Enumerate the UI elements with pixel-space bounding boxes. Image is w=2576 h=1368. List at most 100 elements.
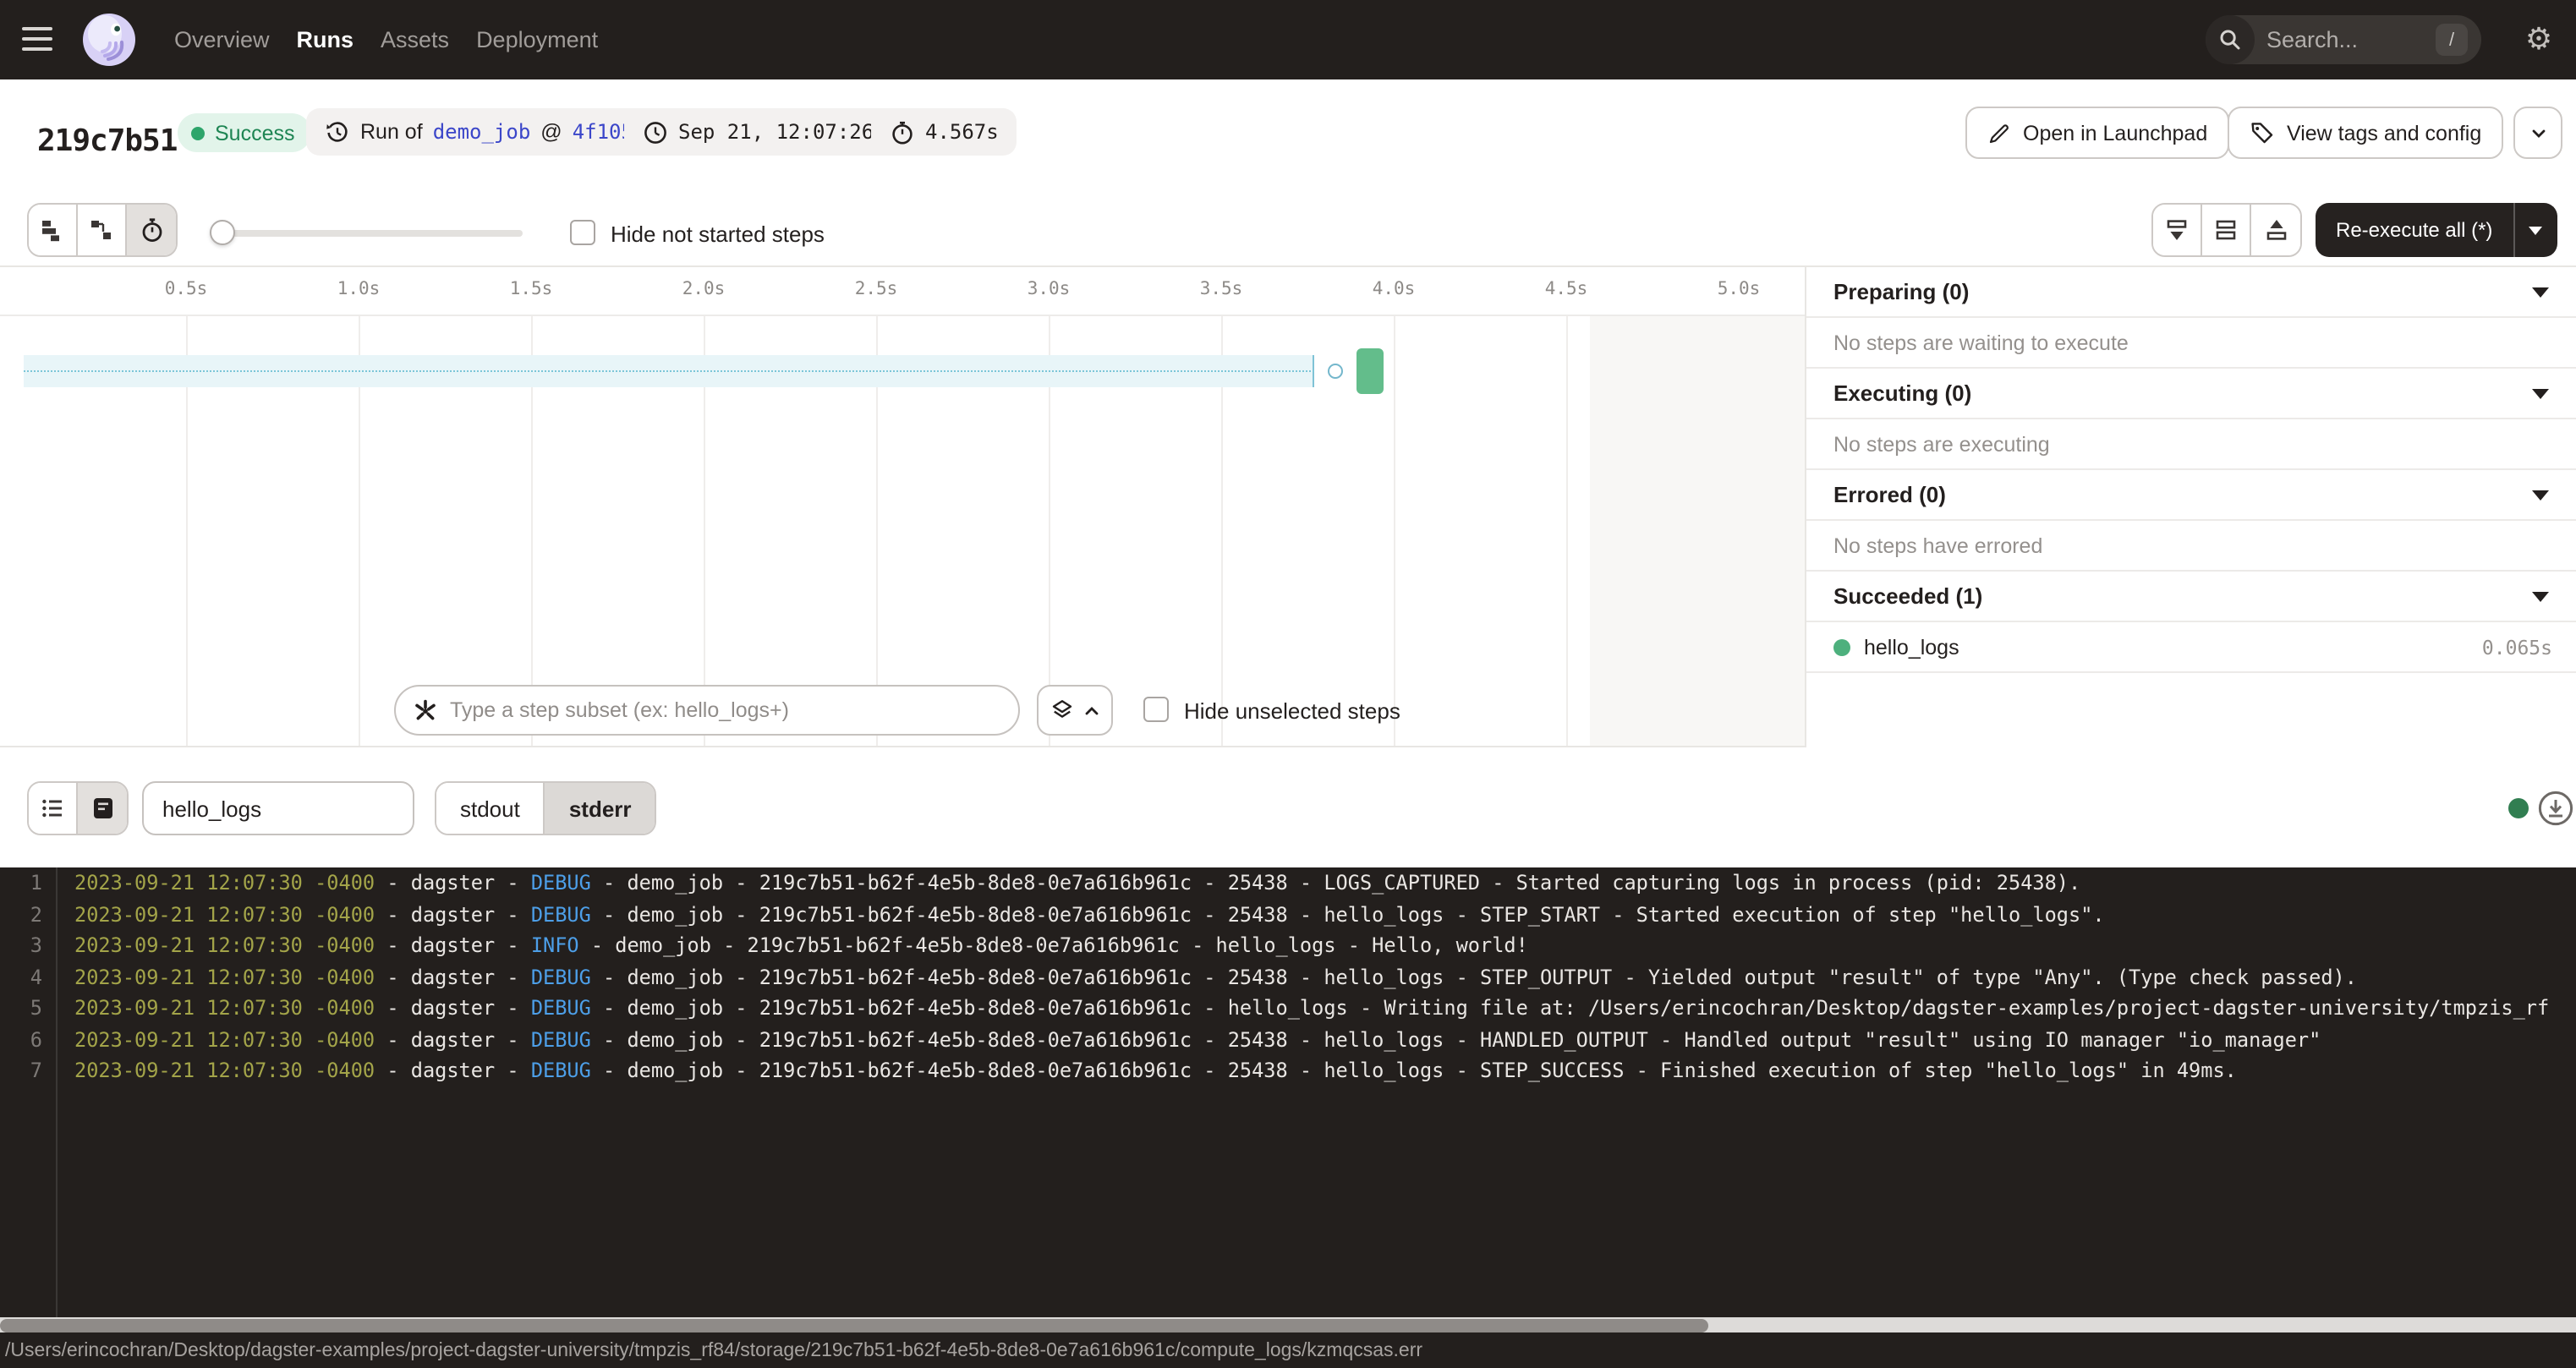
chevron-down-icon: [2528, 123, 2548, 143]
history-icon: [325, 119, 350, 145]
nav-item-runs[interactable]: Runs: [297, 27, 354, 52]
nav-item-deployment[interactable]: Deployment: [476, 27, 598, 52]
search-shortcut-key: /: [2436, 24, 2468, 56]
log-line: 32023-09-21 12:07:30 -0400 - dagster - I…: [0, 930, 2576, 961]
download-log-icon[interactable]: [2537, 790, 2574, 827]
stopwatch-icon: [890, 119, 915, 145]
hide-not-started-checkbox[interactable]: [570, 220, 595, 245]
log-file-path-bar: /Users/erincochran/Desktop/dagster-examp…: [0, 1332, 2576, 1368]
gantt-zoom-slider-handle[interactable]: [210, 220, 235, 245]
log-line: 22023-09-21 12:07:30 -0400 - dagster - D…: [0, 899, 2576, 930]
search-bar[interactable]: /: [2206, 15, 2481, 64]
log-line: 62023-09-21 12:07:30 -0400 - dagster - D…: [0, 1024, 2576, 1055]
top-nav: Overview Runs Assets Deployment / ⚙: [0, 0, 2576, 79]
dagster-run-page: Overview Runs Assets Deployment / ⚙ 219c7b5…: [0, 0, 2576, 1368]
gantt-step-bar[interactable]: [1356, 348, 1384, 394]
clock-icon: [643, 119, 668, 145]
expand-bottom-panel-button[interactable]: [2251, 205, 2300, 255]
axis-tick-label: 5.0s: [1702, 279, 1776, 299]
run-id: 219c7b51: [37, 123, 177, 159]
gantt-overscan-region: [1589, 316, 1805, 746]
pencil-icon: [1987, 121, 2011, 145]
panel-empty-message: No steps have errored: [1806, 521, 2576, 572]
layers-icon: [1050, 698, 1073, 722]
hide-not-started-label: Hide not started steps: [611, 222, 825, 247]
panel-section-header[interactable]: Executing (0): [1806, 369, 2576, 419]
timed-view-button[interactable]: [127, 205, 176, 255]
gantt-zoom-slider-track[interactable]: [215, 230, 523, 237]
log-toolbar: stdoutstderr: [0, 747, 2576, 867]
log-line: 42023-09-21 12:07:30 -0400 - dagster - D…: [0, 961, 2576, 993]
hamburger-menu-icon[interactable]: [22, 27, 52, 51]
status-dot-icon: [191, 126, 205, 140]
op-selector-icon: [413, 698, 438, 723]
search-icon: [2206, 15, 2255, 64]
step-status-dot: [1833, 638, 1850, 655]
graph-query-options-button[interactable]: [1037, 685, 1113, 736]
settings-gear-icon[interactable]: ⚙: [2520, 20, 2557, 57]
section-caret-icon: [2532, 388, 2549, 398]
collapse-bottom-panel-button[interactable]: [2153, 205, 2202, 255]
split-even-panels-button[interactable]: [2202, 205, 2251, 255]
axis-tick-label: 1.0s: [321, 279, 396, 299]
run-header: 219c7b51 Success Run of demo_job @ 4f105…: [0, 79, 2576, 200]
structured-log-view-button[interactable]: [29, 783, 78, 834]
reexecute-all-button[interactable]: Re-execute all (*): [2316, 203, 2557, 257]
nav-item-overview[interactable]: Overview: [174, 27, 270, 52]
raw-log-viewer[interactable]: 12023-09-21 12:07:30 -0400 - dagster - D…: [0, 867, 2576, 1317]
gantt-view-mode-toggle: [27, 203, 178, 257]
waterfall-view-button[interactable]: [78, 205, 127, 255]
log-line: 72023-09-21 12:07:30 -0400 - dagster - D…: [0, 1055, 2576, 1086]
axis-tick-label: 3.5s: [1184, 279, 1258, 299]
panel-section-header[interactable]: Succeeded (1): [1806, 572, 2576, 622]
log-view-toggle: [27, 781, 129, 835]
section-caret-icon: [2532, 591, 2549, 601]
raw-log-view-button[interactable]: [78, 783, 127, 834]
log-line: 12023-09-21 12:07:30 -0400 - dagster - D…: [0, 867, 2576, 899]
open-in-launchpad-button[interactable]: Open in Launchpad: [1965, 107, 2229, 159]
axis-tick-label: 2.0s: [666, 279, 741, 299]
hide-unselected-checkbox[interactable]: [1143, 697, 1169, 722]
axis-tick-label: 1.5s: [494, 279, 568, 299]
scrollbar-thumb[interactable]: [0, 1318, 1708, 1332]
duration-pill: 4.567s: [871, 108, 1017, 156]
flat-view-button[interactable]: [29, 205, 78, 255]
dagster-logo-icon[interactable]: [81, 12, 137, 68]
hide-unselected-label: Hide unselected steps: [1184, 698, 1400, 724]
panel-split-toggle: [2151, 203, 2302, 257]
status-badge: Success: [178, 113, 312, 152]
log-file-path: /Users/erincochran/Desktop/dagster-examp…: [0, 1340, 1422, 1360]
nav-links: Overview Runs Assets Deployment: [174, 0, 598, 79]
header-more-actions-button[interactable]: [2513, 107, 2562, 159]
log-line: 52023-09-21 12:07:30 -0400 - dagster - D…: [0, 993, 2576, 1024]
tab-stdout[interactable]: stdout: [436, 783, 545, 834]
axis-tick-label: 0.5s: [149, 279, 223, 299]
axis-tick-label: 3.0s: [1011, 279, 1086, 299]
log-status-dot: [2508, 798, 2529, 818]
axis-tick-label: 4.5s: [1529, 279, 1603, 299]
job-link[interactable]: demo_job: [433, 120, 531, 144]
search-input[interactable]: [2266, 15, 2422, 64]
step-subset-input[interactable]: [450, 698, 1001, 722]
panel-empty-message: No steps are executing: [1806, 419, 2576, 470]
axis-tick-label: 2.5s: [839, 279, 913, 299]
stdout-stderr-tabs: stdoutstderr: [435, 781, 657, 835]
succeeded-step-row[interactable]: hello_logs0.065s: [1806, 622, 2576, 673]
step-subset-filter[interactable]: [394, 685, 1020, 736]
tab-stderr[interactable]: stderr: [545, 783, 655, 834]
log-horizontal-scrollbar[interactable]: [0, 1317, 2576, 1332]
log-step-filter-input[interactable]: [142, 781, 414, 835]
panel-section-header[interactable]: Errored (0): [1806, 470, 2576, 521]
gantt-toolbar: Hide not started steps Re-execute all (*…: [0, 200, 2576, 267]
nav-item-assets[interactable]: Assets: [381, 27, 449, 52]
section-caret-icon: [2532, 490, 2549, 500]
view-tags-config-button[interactable]: View tags and config: [2228, 107, 2503, 159]
gantt-waiting-dotted-line: [24, 370, 1314, 372]
panel-empty-message: No steps are waiting to execute: [1806, 318, 2576, 369]
panel-section-header[interactable]: Preparing (0): [1806, 267, 2576, 318]
gantt-step-marker-circle: [1328, 364, 1343, 379]
tag-icon: [2250, 120, 2275, 145]
gantt-section: 0.5s 1.0s 1.5s 2.0s 2.5s 3.0s 3.5s 4.0s 4.5s 5.0s…: [0, 267, 2576, 747]
reexecute-dropdown-caret[interactable]: [2513, 203, 2557, 257]
axis-tick-label: 4.0s: [1357, 279, 1431, 299]
